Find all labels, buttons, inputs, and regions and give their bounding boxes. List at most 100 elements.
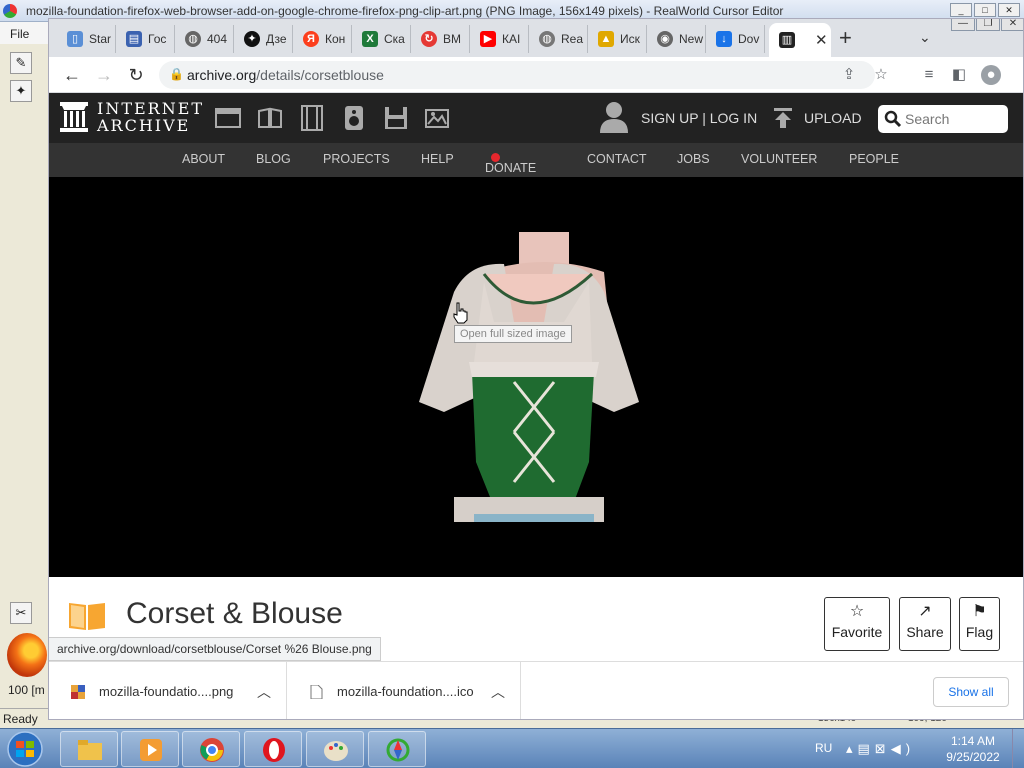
- chevron-up-icon[interactable]: ︿: [491, 682, 505, 702]
- tab-vm[interactable]: ↻ ВМ: [411, 25, 470, 53]
- hover-status-url: archive.org/download/corsetblouse/Corset…: [49, 637, 381, 661]
- image-viewer[interactable]: Open full sized image: [49, 177, 1023, 577]
- close-icon[interactable]: ✕: [998, 3, 1020, 17]
- side-panel-icon[interactable]: ◧: [949, 65, 969, 85]
- corset-blouse-image[interactable]: [414, 232, 644, 522]
- taskbar-clock[interactable]: 1:14 AM 9/25/2022: [940, 733, 1006, 765]
- url-host: archive.org: [187, 67, 257, 83]
- firefox-preview-icon: [7, 633, 47, 677]
- tab-images[interactable]: ▲ Иск: [588, 25, 647, 53]
- folder-icon: [78, 740, 102, 760]
- web-icon[interactable]: [215, 105, 241, 131]
- tab-realworld[interactable]: ◍ Rea: [529, 25, 588, 53]
- show-all-downloads-button[interactable]: Show all: [933, 677, 1009, 707]
- tab-youtube[interactable]: ▶ КАІ: [470, 25, 529, 53]
- logo-line-2: ARCHIVE: [97, 116, 191, 135]
- nav-blog[interactable]: BLOG: [256, 152, 291, 166]
- forward-arrow-icon[interactable]: →: [93, 64, 115, 86]
- maximize-icon[interactable]: □: [974, 3, 996, 17]
- show-desktop-button[interactable]: [1012, 729, 1024, 768]
- ia-search-input[interactable]: Search: [878, 105, 1008, 133]
- reading-list-icon[interactable]: ≡: [919, 65, 939, 85]
- system-tray-icons[interactable]: ▴▤⊠◀): [846, 741, 915, 757]
- browser-toolbar: ← → ↻ 🔒 archive.org/details/corsetblouse…: [49, 57, 1023, 93]
- images-icon[interactable]: [425, 105, 451, 131]
- background-window-title: mozilla-foundation-firefox-web-browser-a…: [26, 4, 784, 18]
- back-arrow-icon[interactable]: ←: [61, 64, 83, 86]
- texts-book-icon[interactable]: [257, 105, 283, 131]
- download-item-ico[interactable]: mozilla-foundation....ico ︿: [287, 662, 521, 719]
- reload-icon[interactable]: ↻: [125, 64, 147, 86]
- address-bar[interactable]: 🔒 archive.org/details/corsetblouse ⇪ ☆: [159, 61, 888, 89]
- audio-speaker-icon[interactable]: [341, 105, 367, 131]
- nav-about[interactable]: ABOUT: [182, 152, 225, 166]
- tab-gos[interactable]: ▤ Гос: [116, 25, 175, 53]
- start-button-icon[interactable]: [2, 730, 48, 768]
- background-window-controls: _ □ ✕: [950, 3, 1020, 17]
- signup-login-link[interactable]: SIGN UP | LOG IN: [641, 110, 757, 126]
- favorite-button[interactable]: ☆ Favorite: [824, 597, 890, 651]
- paint-palette-icon: [324, 741, 348, 761]
- nav-help[interactable]: HELP: [421, 152, 454, 166]
- tab-label: New: [679, 32, 704, 46]
- nav-projects[interactable]: PROJECTS: [323, 152, 390, 166]
- tab-start[interactable]: ▯ Star: [57, 25, 116, 53]
- background-menubar: File: [0, 22, 50, 44]
- taskbar-explorer[interactable]: [60, 731, 118, 767]
- keyboard-language[interactable]: RU: [815, 741, 832, 755]
- nav-jobs[interactable]: JOBS: [677, 152, 710, 166]
- tab-yandex[interactable]: Я Кон: [293, 25, 352, 53]
- flag-button[interactable]: ⚑ Flag: [959, 597, 1000, 651]
- taskbar-media-player[interactable]: [121, 731, 179, 767]
- share-page-icon[interactable]: ⇪: [839, 65, 859, 85]
- taskbar-paint[interactable]: [306, 731, 364, 767]
- internet-archive-wordmark[interactable]: INTERNET ARCHIVE: [97, 100, 204, 134]
- yandex-icon: Я: [303, 31, 319, 47]
- software-floppy-icon[interactable]: [383, 105, 409, 131]
- tab-dzen[interactable]: ✦ Дзе: [234, 25, 293, 53]
- profile-avatar-icon[interactable]: ●: [981, 65, 1001, 85]
- internet-archive-logo-icon[interactable]: [59, 101, 89, 133]
- tab-404[interactable]: ◍ 404: [175, 25, 234, 53]
- search-icon: [884, 110, 902, 128]
- nav-volunteer[interactable]: VOLUNTEER: [741, 152, 817, 166]
- tab-archive-active[interactable]: ▥ ✕: [769, 23, 831, 57]
- tab-strip: ▯ Star ▤ Гос ◍ 404 ✦ Дзе Я Кон X Ска ↻ В…: [49, 19, 1023, 57]
- color-tool-icon[interactable]: ✂: [10, 602, 32, 624]
- close-icon[interactable]: ✕: [1001, 19, 1023, 31]
- taskbar-opera[interactable]: [244, 731, 302, 767]
- tab-ska[interactable]: X Ска: [352, 25, 411, 53]
- tab-label: Кон: [325, 32, 346, 46]
- new-tab-button[interactable]: +: [839, 27, 852, 49]
- tab-search-chevron-icon[interactable]: ⌄: [919, 29, 931, 46]
- taskbar-chrome[interactable]: [182, 731, 240, 767]
- restore-icon[interactable]: ❐: [976, 19, 1000, 31]
- user-avatar-icon[interactable]: [599, 101, 629, 133]
- wand-tool-icon[interactable]: ✦: [10, 80, 32, 102]
- nav-contact[interactable]: CONTACT: [587, 152, 647, 166]
- upload-arrow-icon[interactable]: [773, 107, 793, 129]
- bookmark-star-icon[interactable]: ☆: [871, 65, 891, 85]
- taskbar-cursor-editor[interactable]: [368, 731, 426, 767]
- tab-close-icon[interactable]: ✕: [815, 31, 828, 49]
- cursor-editor-icon: [386, 738, 410, 762]
- open-full-image-tooltip: Open full sized image: [454, 325, 572, 343]
- minimize-icon[interactable]: —: [951, 19, 975, 31]
- tab-download[interactable]: ↓ Dov: [706, 25, 765, 53]
- video-film-icon[interactable]: [299, 105, 325, 131]
- upload-link[interactable]: UPLOAD: [804, 110, 862, 126]
- chevron-up-icon[interactable]: ︿: [257, 682, 271, 702]
- minimize-icon[interactable]: _: [950, 3, 972, 17]
- nav-people[interactable]: PEOPLE: [849, 152, 899, 166]
- chrome-icon: [200, 738, 224, 762]
- youtube-icon: ▶: [480, 31, 496, 47]
- tab-new[interactable]: ◉ New: [647, 25, 706, 53]
- menu-file[interactable]: File: [10, 27, 29, 41]
- nav-donate[interactable]: DONATE: [485, 152, 536, 175]
- select-tool-icon[interactable]: ✎: [10, 52, 32, 74]
- logo-line-1: INTERNET: [97, 99, 205, 118]
- download-item-png[interactable]: mozilla-foundatio....png ︿: [49, 662, 287, 719]
- png-file-icon: [71, 685, 85, 699]
- share-button[interactable]: ↗ Share: [899, 597, 951, 651]
- opera-icon: [263, 738, 285, 762]
